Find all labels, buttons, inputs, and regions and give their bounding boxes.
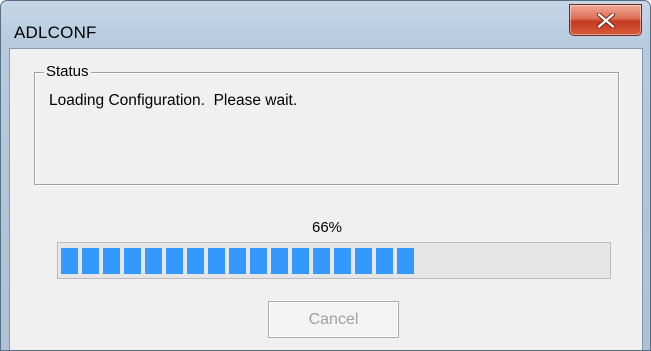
status-groupbox: Status Loading Configuration. Please wai… (34, 63, 619, 185)
progress-percent-label: 66% (311, 219, 343, 236)
dialog-body: Status Loading Configuration. Please wai… (9, 48, 643, 350)
dialog-window: ADLCONF Status Loading Configuration. Pl… (0, 0, 651, 351)
cancel-button[interactable]: Cancel (268, 301, 399, 338)
title-bar[interactable]: ADLCONF (1, 1, 650, 47)
close-button[interactable] (569, 4, 642, 36)
close-icon (597, 13, 615, 28)
progress-bar (57, 242, 611, 279)
window-title: ADLCONF (14, 23, 97, 42)
status-group-label: Status (44, 63, 91, 80)
status-message: Loading Configuration. Please wait. (49, 92, 298, 109)
progress-fill (61, 248, 414, 274)
progress-track (61, 248, 607, 274)
